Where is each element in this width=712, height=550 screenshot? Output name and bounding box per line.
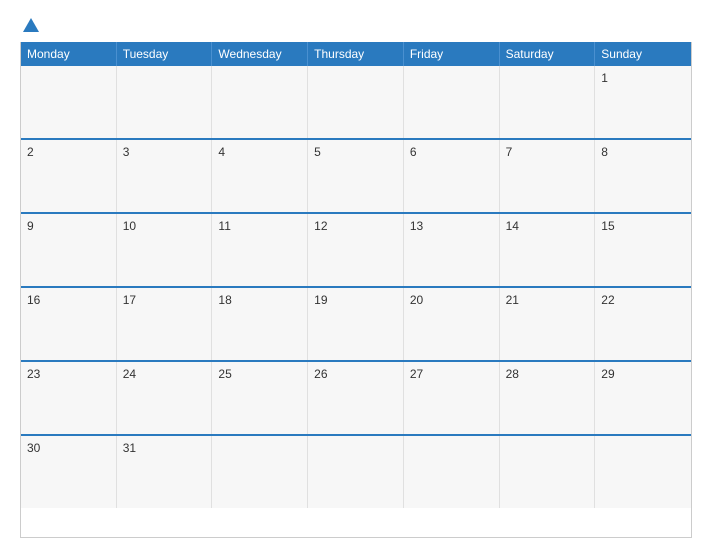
logo bbox=[20, 18, 39, 34]
day-number: 15 bbox=[601, 219, 614, 233]
calendar-day-30: 30 bbox=[21, 436, 117, 508]
calendar-day-10: 10 bbox=[117, 214, 213, 286]
calendar-day-26: 26 bbox=[308, 362, 404, 434]
day-number: 4 bbox=[218, 145, 225, 159]
calendar-day-6: 6 bbox=[404, 140, 500, 212]
day-number: 17 bbox=[123, 293, 136, 307]
day-number: 31 bbox=[123, 441, 136, 455]
calendar-day-3: 3 bbox=[117, 140, 213, 212]
weekday-header-tuesday: Tuesday bbox=[117, 42, 213, 66]
calendar-week-1: 1 bbox=[21, 66, 691, 138]
calendar-day-13: 13 bbox=[404, 214, 500, 286]
day-number: 18 bbox=[218, 293, 231, 307]
weekday-header-row: MondayTuesdayWednesdayThursdayFridaySatu… bbox=[21, 42, 691, 66]
calendar-day-empty bbox=[21, 66, 117, 138]
calendar-page: MondayTuesdayWednesdayThursdayFridaySatu… bbox=[0, 0, 712, 550]
calendar-day-1: 1 bbox=[595, 66, 691, 138]
day-number: 20 bbox=[410, 293, 423, 307]
calendar-header bbox=[20, 18, 692, 34]
weekday-header-sunday: Sunday bbox=[595, 42, 691, 66]
day-number: 26 bbox=[314, 367, 327, 381]
day-number: 30 bbox=[27, 441, 40, 455]
logo-triangle-icon bbox=[23, 18, 39, 32]
calendar-day-empty bbox=[404, 66, 500, 138]
day-number: 16 bbox=[27, 293, 40, 307]
calendar-day-23: 23 bbox=[21, 362, 117, 434]
day-number: 2 bbox=[27, 145, 34, 159]
calendar-day-24: 24 bbox=[117, 362, 213, 434]
day-number: 5 bbox=[314, 145, 321, 159]
calendar-day-9: 9 bbox=[21, 214, 117, 286]
calendar-day-18: 18 bbox=[212, 288, 308, 360]
calendar-day-29: 29 bbox=[595, 362, 691, 434]
day-number: 13 bbox=[410, 219, 423, 233]
day-number: 25 bbox=[218, 367, 231, 381]
weekday-header-saturday: Saturday bbox=[500, 42, 596, 66]
day-number: 7 bbox=[506, 145, 513, 159]
calendar-day-25: 25 bbox=[212, 362, 308, 434]
calendar-week-5: 23 24 25 26 27 28 29 bbox=[21, 360, 691, 434]
calendar-day-2: 2 bbox=[21, 140, 117, 212]
calendar-day-21: 21 bbox=[500, 288, 596, 360]
calendar-day-empty bbox=[308, 436, 404, 508]
calendar-day-empty bbox=[117, 66, 213, 138]
day-number: 14 bbox=[506, 219, 519, 233]
day-number: 9 bbox=[27, 219, 34, 233]
weekday-header-thursday: Thursday bbox=[308, 42, 404, 66]
calendar-day-31: 31 bbox=[117, 436, 213, 508]
day-number: 1 bbox=[601, 71, 608, 85]
day-number: 29 bbox=[601, 367, 614, 381]
day-number: 12 bbox=[314, 219, 327, 233]
calendar-day-15: 15 bbox=[595, 214, 691, 286]
calendar-day-22: 22 bbox=[595, 288, 691, 360]
calendar-day-empty bbox=[308, 66, 404, 138]
calendar-week-4: 16 17 18 19 20 21 22 bbox=[21, 286, 691, 360]
calendar-day-5: 5 bbox=[308, 140, 404, 212]
day-number: 22 bbox=[601, 293, 614, 307]
calendar-day-12: 12 bbox=[308, 214, 404, 286]
calendar-day-empty bbox=[500, 66, 596, 138]
day-number: 24 bbox=[123, 367, 136, 381]
weekday-header-wednesday: Wednesday bbox=[212, 42, 308, 66]
day-number: 19 bbox=[314, 293, 327, 307]
calendar-week-6: 30 31 bbox=[21, 434, 691, 508]
calendar-day-4: 4 bbox=[212, 140, 308, 212]
calendar-day-empty bbox=[404, 436, 500, 508]
calendar-day-14: 14 bbox=[500, 214, 596, 286]
day-number: 27 bbox=[410, 367, 423, 381]
calendar-day-19: 19 bbox=[308, 288, 404, 360]
day-number: 10 bbox=[123, 219, 136, 233]
weekday-header-friday: Friday bbox=[404, 42, 500, 66]
day-number: 28 bbox=[506, 367, 519, 381]
day-number: 6 bbox=[410, 145, 417, 159]
calendar-day-8: 8 bbox=[595, 140, 691, 212]
day-number: 8 bbox=[601, 145, 608, 159]
calendar-day-empty bbox=[212, 66, 308, 138]
calendar-day-11: 11 bbox=[212, 214, 308, 286]
calendar-day-28: 28 bbox=[500, 362, 596, 434]
day-number: 23 bbox=[27, 367, 40, 381]
calendar-day-16: 16 bbox=[21, 288, 117, 360]
calendar-grid: MondayTuesdayWednesdayThursdayFridaySatu… bbox=[20, 42, 692, 538]
calendar-week-3: 9 10 11 12 13 14 15 bbox=[21, 212, 691, 286]
calendar-day-27: 27 bbox=[404, 362, 500, 434]
day-number: 3 bbox=[123, 145, 130, 159]
calendar-day-empty bbox=[500, 436, 596, 508]
calendar-day-20: 20 bbox=[404, 288, 500, 360]
day-number: 11 bbox=[218, 219, 230, 233]
calendar-day-7: 7 bbox=[500, 140, 596, 212]
calendar-body: 1234567891011121314151617181920212223242… bbox=[21, 66, 691, 508]
calendar-week-2: 2 3 4 5 6 7 8 bbox=[21, 138, 691, 212]
calendar-day-empty bbox=[212, 436, 308, 508]
day-number: 21 bbox=[506, 293, 519, 307]
weekday-header-monday: Monday bbox=[21, 42, 117, 66]
calendar-day-17: 17 bbox=[117, 288, 213, 360]
calendar-day-empty bbox=[595, 436, 691, 508]
